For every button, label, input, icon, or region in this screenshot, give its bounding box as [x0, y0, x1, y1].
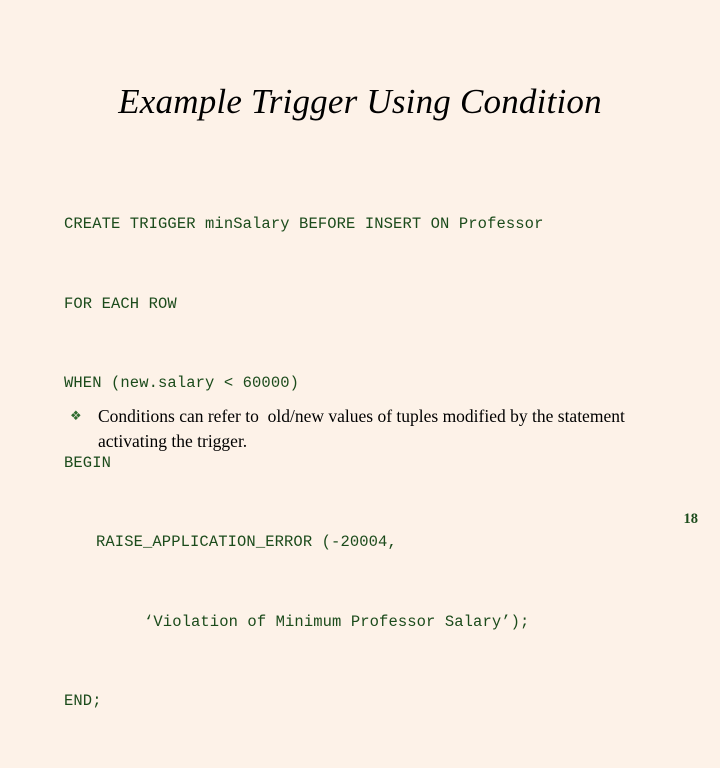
code-line: FOR EACH ROW	[64, 294, 177, 313]
bullet-list-item: ❖ Conditions can refer to old/new values…	[70, 404, 650, 453]
sql-code-block: CREATE TRIGGER minSalary BEFORE INSERT O…	[64, 158, 684, 768]
page-title: Example Trigger Using Condition	[118, 82, 602, 122]
slide-canvas: Example Trigger Using Condition CREATE T…	[0, 0, 720, 710]
code-line: ‘Violation of Minimum Professor Salary’)…	[144, 612, 530, 631]
code-line: WHEN (new.salary < 60000)	[64, 374, 300, 392]
diamond-bullet-icon: ❖	[70, 409, 82, 424]
code-line: END;	[64, 692, 102, 710]
code-line: CREATE TRIGGER minSalary BEFORE INSERT O…	[64, 215, 544, 233]
code-line: BEGIN	[64, 453, 112, 472]
page-number: 18	[683, 511, 699, 527]
code-line: RAISE_APPLICATION_ERROR (-20004,	[96, 533, 397, 551]
bullet-item-label: Conditions can refer to old/new values o…	[98, 406, 630, 451]
